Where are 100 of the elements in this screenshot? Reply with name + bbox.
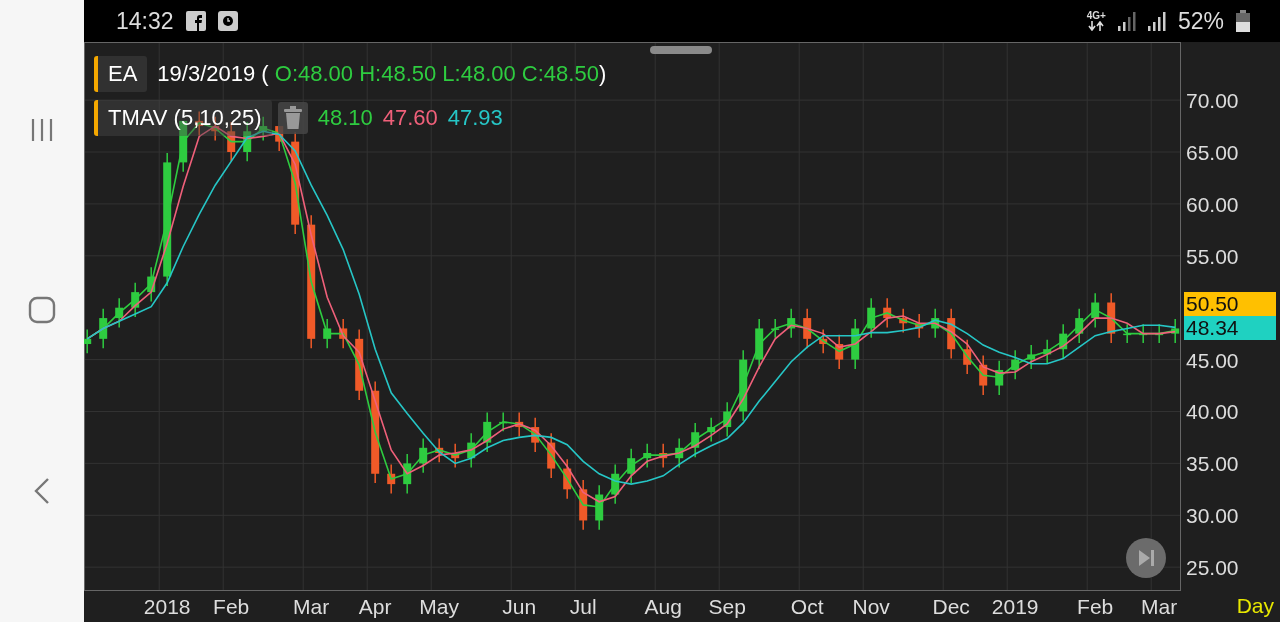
drag-handle[interactable] bbox=[650, 46, 712, 54]
candlestick bbox=[771, 318, 780, 339]
signal-icon bbox=[1117, 11, 1136, 31]
candlestick bbox=[435, 437, 444, 464]
skip-end-icon bbox=[1136, 548, 1156, 568]
recent-apps-icon[interactable] bbox=[29, 116, 55, 143]
period-selector[interactable]: Day bbox=[1236, 594, 1274, 618]
axis-label: 35.00 bbox=[1186, 452, 1239, 476]
axis-label: 2019 bbox=[991, 595, 1039, 618]
candlestick bbox=[1123, 323, 1132, 344]
candlestick bbox=[115, 297, 124, 329]
candlestick bbox=[611, 463, 620, 505]
axis-label: Dec bbox=[932, 595, 970, 618]
axis-label: 30.00 bbox=[1186, 504, 1239, 528]
candlestick bbox=[707, 416, 716, 443]
axis-label: 70.00 bbox=[1186, 89, 1239, 113]
candlestick bbox=[995, 359, 1004, 396]
candlestick bbox=[627, 448, 636, 484]
jump-to-latest-button[interactable] bbox=[1126, 538, 1166, 578]
home-icon[interactable] bbox=[28, 296, 56, 324]
trash-icon bbox=[281, 106, 304, 130]
candlestick bbox=[1107, 292, 1116, 344]
candlestick bbox=[691, 422, 700, 458]
candlestick bbox=[1155, 323, 1164, 344]
candlestick bbox=[787, 308, 796, 339]
candlestick bbox=[339, 318, 348, 349]
candlestick bbox=[419, 437, 428, 474]
axis-label: Mar bbox=[293, 595, 330, 618]
candlestick bbox=[1139, 323, 1148, 344]
facebook-icon bbox=[185, 11, 206, 31]
battery-icon bbox=[1236, 10, 1250, 32]
indicator-value: 47.93 bbox=[447, 105, 503, 131]
candlestick bbox=[1011, 349, 1020, 381]
indicator-value: 48.10 bbox=[317, 105, 373, 131]
axis-label: 40.00 bbox=[1186, 400, 1239, 424]
candlestick bbox=[547, 432, 556, 479]
candlestick bbox=[1171, 318, 1180, 344]
candlestick bbox=[947, 308, 956, 360]
candlestick bbox=[931, 308, 940, 339]
candlestick bbox=[1043, 339, 1052, 365]
axis-label: Jul bbox=[569, 595, 597, 618]
candlestick bbox=[323, 318, 332, 349]
candlestick bbox=[563, 458, 572, 500]
candlestick bbox=[84, 328, 92, 355]
candlestick bbox=[883, 297, 892, 329]
axis-label: Feb bbox=[213, 595, 250, 618]
candlestick bbox=[595, 484, 604, 531]
axis-label: 60.00 bbox=[1186, 192, 1239, 216]
candlestick bbox=[259, 116, 268, 142]
axis-label: 55.00 bbox=[1186, 244, 1239, 268]
candlestick bbox=[1075, 308, 1084, 344]
candlestick bbox=[867, 297, 876, 339]
axis-label: 45.00 bbox=[1186, 348, 1239, 372]
axis-label: Sep bbox=[708, 595, 746, 618]
axis-label: Mar bbox=[1141, 595, 1178, 618]
candlestick bbox=[675, 437, 684, 469]
back-icon[interactable] bbox=[33, 477, 51, 506]
clock-time: 14:32 bbox=[116, 7, 174, 35]
network-type: 4G+ bbox=[1086, 11, 1106, 21]
candlestick bbox=[803, 308, 812, 349]
axis-label: Jun bbox=[502, 595, 537, 618]
candlestick bbox=[531, 416, 540, 453]
candlestick bbox=[131, 282, 140, 318]
axis-label: Feb bbox=[1077, 595, 1114, 618]
candlestick bbox=[963, 339, 972, 375]
candlestick bbox=[387, 463, 396, 495]
symbol-label[interactable]: EA bbox=[94, 56, 148, 92]
axis-label: Aug bbox=[644, 595, 682, 618]
axis-label: Apr bbox=[358, 595, 392, 618]
ohlc-info: 19/3/2019 ( O:48.00 H:48.50 L:48.00 C:48.50) bbox=[157, 61, 607, 87]
candlestick bbox=[723, 401, 732, 438]
candlestick bbox=[899, 308, 908, 334]
candlestick bbox=[515, 411, 524, 438]
candlestick bbox=[467, 432, 476, 469]
candlestick bbox=[1027, 344, 1036, 370]
candlestick bbox=[979, 354, 988, 396]
candlestick bbox=[643, 442, 652, 469]
candlestick bbox=[1091, 292, 1100, 329]
axis-label: 25.00 bbox=[1186, 556, 1239, 580]
candlestick bbox=[147, 266, 156, 303]
candlestick bbox=[1059, 323, 1068, 360]
indicator-value: 47.60 bbox=[382, 105, 438, 131]
candlestick bbox=[659, 442, 668, 469]
data-arrows-icon bbox=[1088, 21, 1105, 31]
axis-label: Oct bbox=[790, 595, 824, 618]
indicator-label[interactable]: TMAV (5,10,25) bbox=[94, 100, 272, 136]
price-tag: 48.34 bbox=[1184, 316, 1276, 340]
price-tag: 50.50 bbox=[1184, 292, 1276, 316]
axis-label: 2018 bbox=[143, 595, 191, 618]
candlestick bbox=[403, 453, 412, 495]
candlestick bbox=[99, 308, 108, 349]
delete-button[interactable] bbox=[277, 102, 308, 134]
candlestick bbox=[483, 411, 492, 453]
candlestick bbox=[451, 442, 460, 469]
signal-icon bbox=[1147, 11, 1166, 31]
axis-label: 65.00 bbox=[1186, 141, 1239, 164]
candlestick bbox=[755, 318, 764, 370]
clock-app-icon bbox=[217, 11, 238, 31]
candlestick bbox=[851, 318, 860, 370]
axis-label: Nov bbox=[852, 595, 890, 618]
